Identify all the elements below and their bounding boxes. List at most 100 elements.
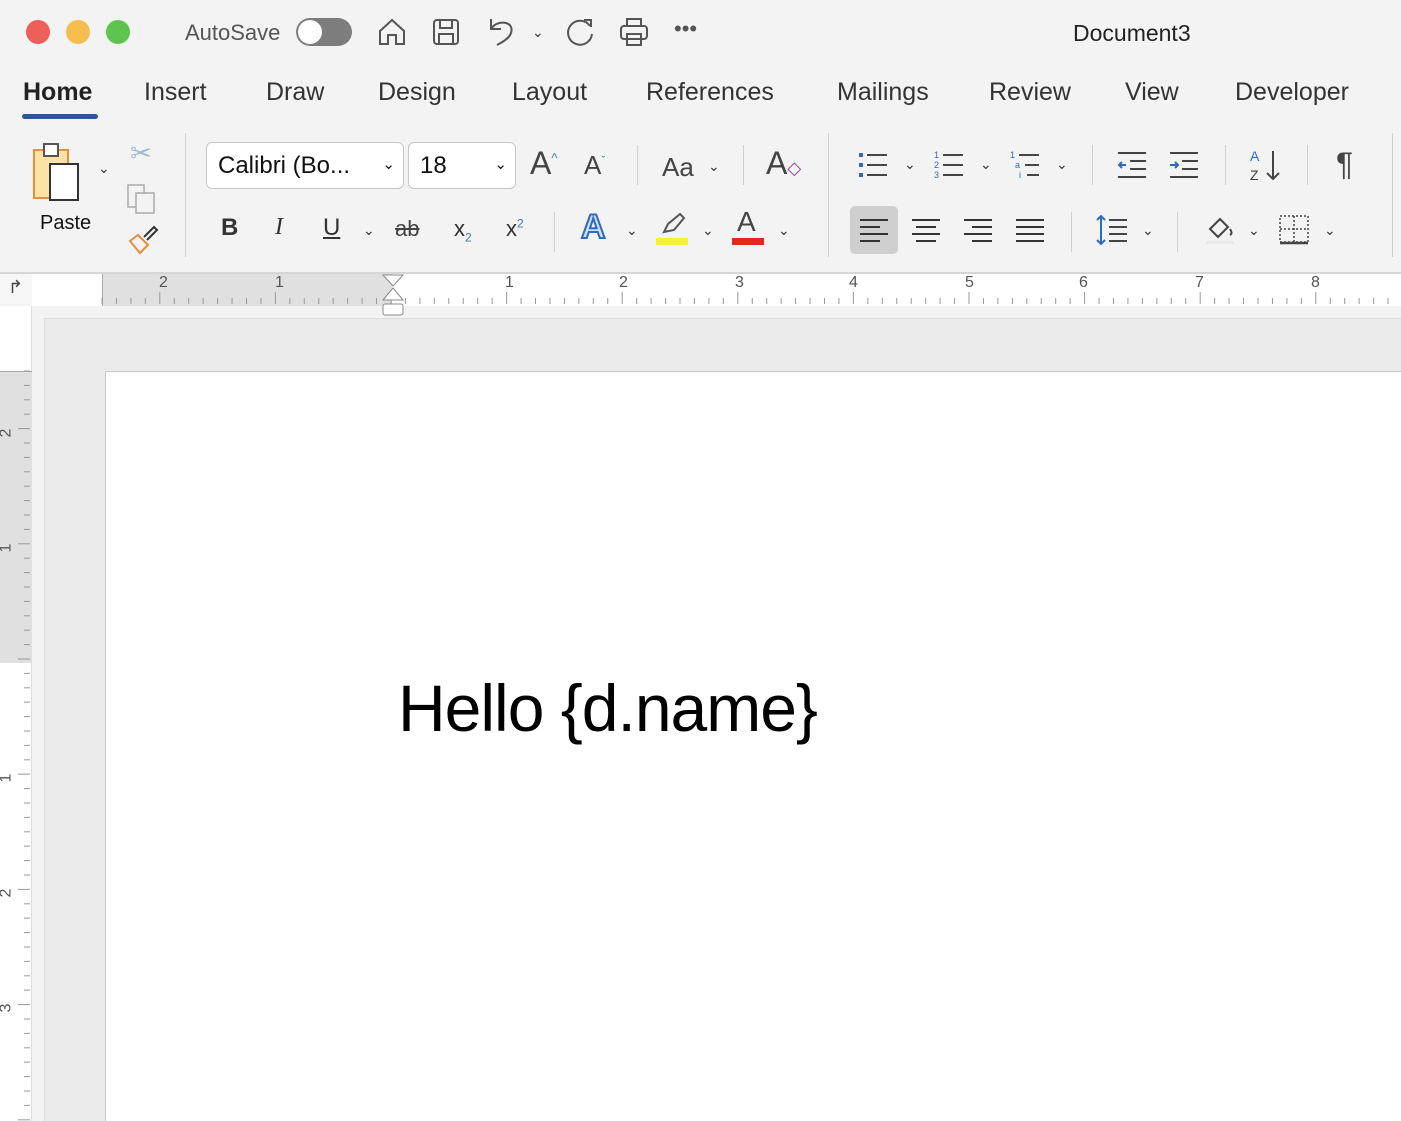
italic-button[interactable]: I [275,214,283,241]
tab-references[interactable]: References [646,78,774,107]
ruler-number: 1 [505,274,514,291]
numbering-icon[interactable]: 123 [932,148,966,182]
line-spacing-chevron-icon[interactable]: ⌄ [1142,222,1154,239]
paste-chevron-icon[interactable]: ⌄ [98,160,110,177]
paste-label[interactable]: Paste [40,212,91,235]
svg-text:A: A [1250,148,1260,164]
divider [637,145,638,185]
chevron-down-icon: ⌄ [494,156,507,173]
document-text[interactable]: Hello {d.name} [398,670,818,746]
svg-text:1: 1 [934,150,939,160]
font-size-select[interactable]: 18 ⌄ [408,142,516,189]
tab-developer[interactable]: Developer [1235,78,1349,107]
multilevel-list-icon[interactable]: 1ai [1008,148,1042,182]
font-color-icon[interactable]: A [732,206,764,246]
font-color-chevron-icon[interactable]: ⌄ [778,222,790,239]
divider [1307,145,1308,185]
divider [1225,145,1226,185]
borders-chevron-icon[interactable]: ⌄ [1324,222,1336,239]
tab-review[interactable]: Review [989,78,1071,107]
tab-draw[interactable]: Draw [266,78,324,107]
document-page[interactable]: Hello {d.name} [105,371,1401,1121]
font-name-select[interactable]: Calibri (Bo... ⌄ [206,142,404,189]
font-color-bar [732,238,764,245]
numbering-chevron-icon[interactable]: ⌄ [980,156,992,173]
align-left-button[interactable] [850,206,898,254]
ruler-number: 5 [965,274,974,291]
tab-design[interactable]: Design [378,78,456,107]
subscript-button[interactable]: x2 [454,216,472,244]
horizontal-ruler[interactable]: 2 1 1 2 3 4 5 6 7 8 [32,272,1401,316]
divider [743,145,744,185]
text-effects-chevron-icon[interactable]: ⌄ [626,222,638,239]
ruler-number: 2 [159,274,168,291]
home-icon[interactable] [376,16,408,48]
increase-indent-icon[interactable] [1167,148,1201,182]
clear-formatting-icon[interactable]: A◇ [766,145,801,182]
highlight-color-bar [656,238,688,245]
align-center-button[interactable] [902,206,950,254]
maximize-button[interactable] [106,20,130,44]
minimize-button[interactable] [66,20,90,44]
tab-home[interactable]: Home [23,78,92,107]
divider [1092,145,1093,185]
bullets-icon[interactable] [856,148,890,182]
decrease-indent-icon[interactable] [1115,148,1149,182]
highlight-icon[interactable] [656,212,688,246]
tab-mailings[interactable]: Mailings [837,78,929,107]
show-formatting-marks-icon[interactable]: ¶ [1336,146,1353,183]
close-button[interactable] [26,20,50,44]
svg-text:a: a [1015,160,1020,170]
paste-icon[interactable] [30,140,94,206]
shading-icon[interactable] [1203,212,1237,246]
divider [1177,212,1178,252]
highlight-chevron-icon[interactable]: ⌄ [702,222,714,239]
vertical-ruler[interactable]: 2 1 1 2 3 [0,306,32,1121]
undo-icon[interactable] [484,14,518,48]
line-spacing-icon[interactable] [1094,213,1130,247]
divider [828,133,829,257]
bold-button[interactable]: B [221,214,238,242]
strikethrough-button[interactable]: ab [395,216,419,242]
divider [1071,212,1072,252]
font-size-value: 18 [420,152,447,179]
ruler-number: 8 [1311,274,1320,291]
format-painter-icon[interactable] [125,222,161,258]
ruler-corner[interactable]: ↱ [0,272,32,304]
underline-button[interactable]: U [323,214,340,242]
tab-insert[interactable]: Insert [144,78,207,107]
underline-chevron-icon[interactable]: ⌄ [363,222,375,239]
tab-view[interactable]: View [1125,78,1179,107]
sort-icon[interactable]: AZ [1248,146,1284,184]
shading-chevron-icon[interactable]: ⌄ [1248,222,1260,239]
copy-icon[interactable] [125,182,159,216]
more-icon[interactable]: ••• [674,16,697,42]
text-effects-icon[interactable]: A [580,207,607,247]
autosave-toggle[interactable] [296,18,352,46]
undo-chevron-icon[interactable]: ⌄ [532,24,544,41]
svg-text:1: 1 [1010,150,1015,160]
svg-text:Z: Z [1250,167,1259,183]
justify-button[interactable] [1006,206,1054,254]
grow-font-icon[interactable]: A^ [530,145,557,182]
bullets-chevron-icon[interactable]: ⌄ [904,156,916,173]
ruler-number: 1 [275,274,284,291]
cut-icon[interactable]: ✂ [130,138,152,169]
tab-layout[interactable]: Layout [512,78,587,107]
align-right-button[interactable] [954,206,1002,254]
active-tab-indicator [22,114,98,119]
multilevel-chevron-icon[interactable]: ⌄ [1056,156,1068,173]
indent-marker[interactable] [382,274,404,318]
superscript-button[interactable]: x2 [506,216,524,242]
save-icon[interactable] [430,16,462,48]
change-case-chevron-icon[interactable]: ⌄ [708,158,720,175]
divider [554,212,555,252]
borders-icon[interactable] [1277,213,1311,247]
change-case-button[interactable]: Aa [662,152,694,183]
print-icon[interactable] [617,16,651,48]
divider [185,133,186,257]
ruler-number: 3 [0,1004,15,1013]
redo-icon[interactable] [563,15,597,49]
font-name-value: Calibri (Bo... [218,152,351,179]
shrink-font-icon[interactable]: Aˇ [584,150,605,181]
